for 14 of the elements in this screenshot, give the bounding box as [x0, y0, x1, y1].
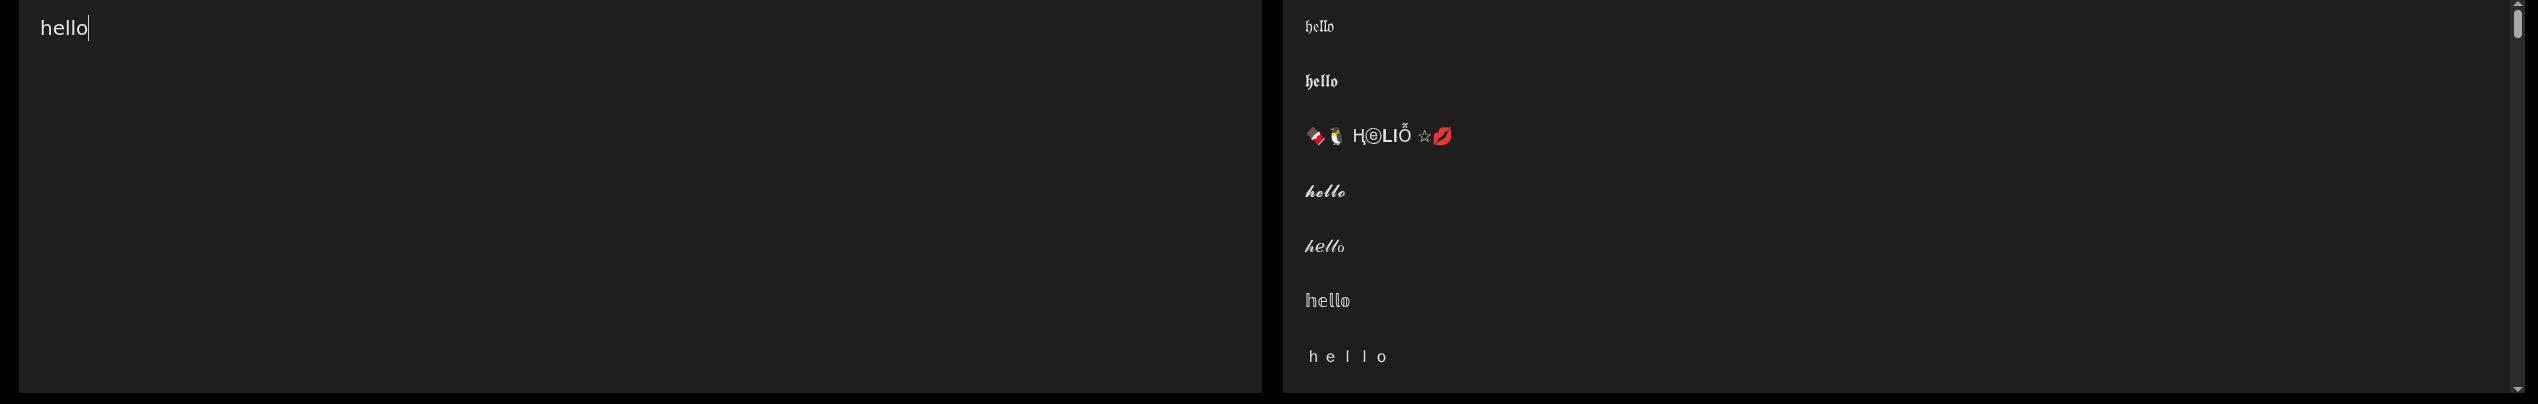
styled-text[interactable]: 𝓱𝓮𝓵𝓵𝓸 — [1305, 177, 2510, 206]
scrollbar-thumb[interactable] — [2513, 10, 2522, 38]
styled-text[interactable]: 🍫🐧 Ⱨⓔ𝐋𝐥Ỗ ☆💋 — [1305, 122, 2510, 151]
scrollbar[interactable] — [2510, 0, 2525, 393]
styled-text[interactable]: ｈｅｌｌｏ — [1305, 342, 2510, 371]
styled-text[interactable]: 𝔥𝔢𝔩𝔩𝔬 — [1305, 12, 2510, 41]
input-text: hello — [40, 15, 89, 42]
scroll-down-icon[interactable] — [2512, 387, 2523, 392]
styled-text[interactable]: 𝕙𝕖𝕝𝕝𝕠 — [1305, 287, 2510, 316]
text-cursor — [88, 15, 90, 41]
text-input-panel[interactable]: hello — [19, 0, 1262, 393]
styled-text[interactable]: 𝒽ℯ𝓁𝓁ℴ — [1305, 232, 2510, 261]
scroll-up-icon[interactable] — [2512, 1, 2523, 6]
styled-text[interactable]: 𝖍𝖊𝖑𝖑𝖔 — [1305, 67, 2510, 96]
